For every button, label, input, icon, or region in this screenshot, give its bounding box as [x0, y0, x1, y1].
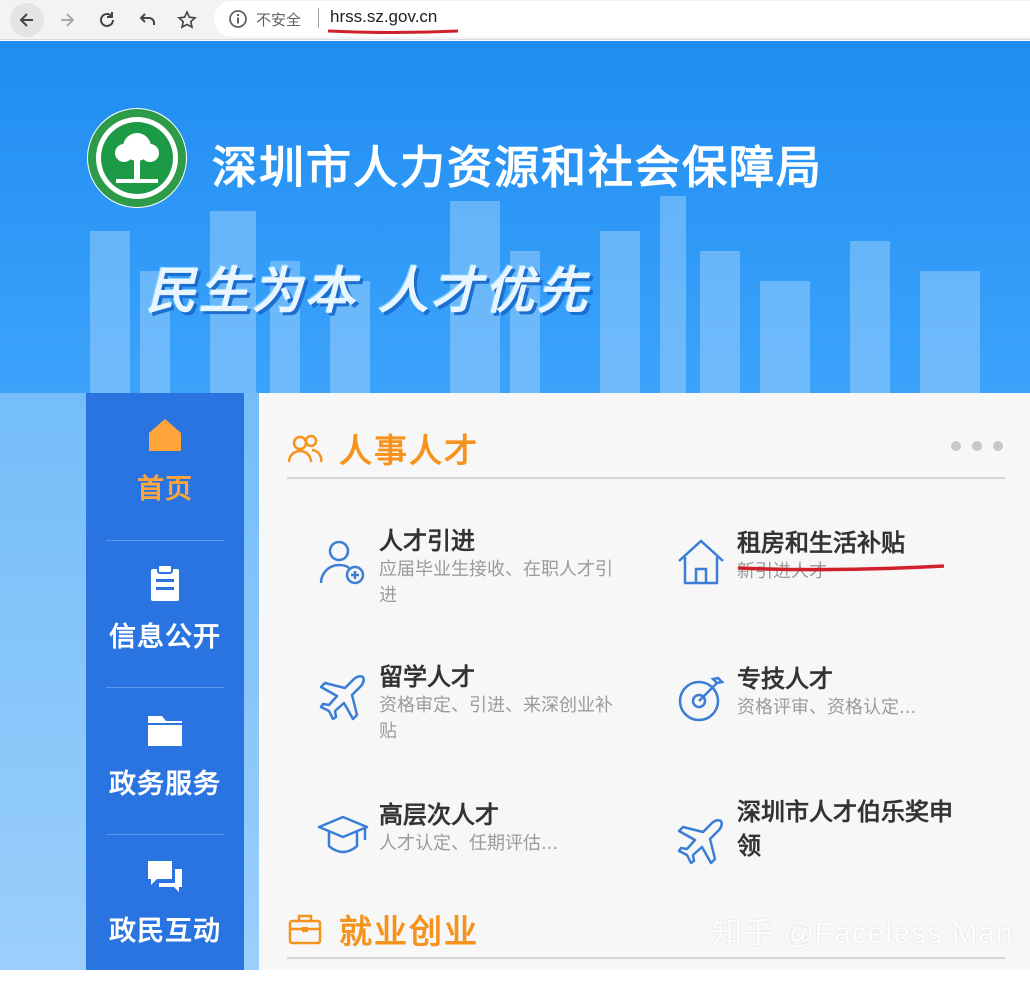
watermark: 知乎 @Faceless Man	[712, 917, 1014, 950]
nav-item-interaction[interactable]: 政民互动	[86, 835, 244, 983]
item-description: 资格评审、资格认定...	[737, 697, 917, 718]
nav-item-gov-services[interactable]: 政务服务	[86, 688, 244, 836]
item-description: 人才认定、任期评估...	[379, 833, 559, 854]
item-title: 留学人才	[379, 663, 475, 691]
url-text[interactable]: hrss.sz.gov.cn	[330, 7, 437, 27]
nav-item-label: 首页	[137, 474, 193, 505]
section-divider	[287, 477, 1005, 479]
item-talent-introduction[interactable]: 人才引进 应届毕业生接收、在职人才引进	[317, 527, 637, 635]
item-title: 专技人才	[737, 665, 833, 693]
item-description: 应届毕业生接收、在职人才引进	[379, 559, 613, 606]
info-icon[interactable]	[228, 9, 248, 29]
bureau-logo-icon[interactable]	[86, 107, 188, 209]
item-high-level-talent[interactable]: 高层次人才 人才认定、任期评估...	[317, 801, 637, 909]
nav-item-label: 政民互动	[109, 916, 221, 947]
airplane-icon	[319, 675, 365, 721]
item-professional-technical[interactable]: 专技人才 资格评审、资格认定...	[675, 665, 995, 773]
back-button[interactable]	[10, 3, 44, 37]
home-icon	[149, 419, 181, 451]
red-annotation-underline	[327, 29, 459, 34]
item-description: 资格审定、引进、来深创业补贴	[379, 695, 613, 742]
section-header-personnel-talent: 人事人才	[287, 426, 479, 470]
bookmark-button[interactable]	[170, 3, 204, 37]
section-title: 人事人才	[339, 431, 479, 470]
slogan: 民生为本 人才优先	[146, 261, 591, 320]
content-panel: 人事人才 人才引进 应届毕业生接收、在职人才引进 租房和生活补贴 新引进人才 留…	[259, 393, 1030, 970]
section-title: 就业创业	[339, 912, 479, 951]
divider	[318, 8, 319, 28]
undo-button[interactable]	[130, 3, 164, 37]
people-icon	[287, 434, 323, 463]
browser-toolbar: 不安全 hrss.sz.gov.cn	[0, 0, 1030, 40]
reload-button[interactable]	[90, 3, 124, 37]
section-header-employment: 就业创业	[287, 907, 479, 951]
arrow-right-icon	[61, 13, 75, 27]
section-divider	[287, 957, 1005, 959]
security-status[interactable]: 不安全	[256, 9, 301, 30]
star-icon	[177, 10, 197, 29]
briefcase-icon	[288, 914, 322, 945]
airplane-icon	[677, 819, 723, 865]
arrow-left-icon	[19, 13, 33, 27]
item-title: 租房和生活补贴	[737, 529, 905, 557]
chat-icon	[148, 861, 182, 892]
reload-icon	[100, 12, 114, 27]
forward-button[interactable]	[50, 3, 84, 37]
add-user-icon	[319, 540, 365, 585]
item-rent-living-subsidy[interactable]: 租房和生活补贴 新引进人才	[675, 529, 995, 637]
folder-icon	[148, 716, 182, 746]
house-icon	[678, 539, 724, 585]
nav-item-label: 信息公开	[109, 622, 221, 653]
nav-item-home[interactable]: 首页	[86, 393, 244, 541]
side-navigation: 首页 信息公开 政务服务 政民互动	[86, 393, 244, 970]
nav-item-info-disclosure[interactable]: 信息公开	[86, 541, 244, 689]
red-annotation-underline	[737, 564, 945, 572]
undo-icon	[139, 13, 155, 25]
more-dots-icon[interactable]	[949, 440, 1009, 452]
graduation-cap-icon	[317, 815, 369, 854]
clipboard-icon	[151, 564, 179, 601]
nav-item-label: 政务服务	[109, 769, 221, 800]
target-icon	[678, 676, 725, 722]
item-talent-bole-award[interactable]: 深圳市人才伯乐奖申领	[675, 798, 995, 915]
item-title: 深圳市人才伯乐奖申领	[737, 798, 953, 860]
item-title: 人才引进	[379, 527, 475, 555]
organization-name: 深圳市人力资源和社会保障局	[212, 141, 824, 194]
item-overseas-returnees[interactable]: 留学人才 资格审定、引进、来深创业补贴	[317, 663, 637, 771]
item-title: 高层次人才	[379, 801, 499, 829]
